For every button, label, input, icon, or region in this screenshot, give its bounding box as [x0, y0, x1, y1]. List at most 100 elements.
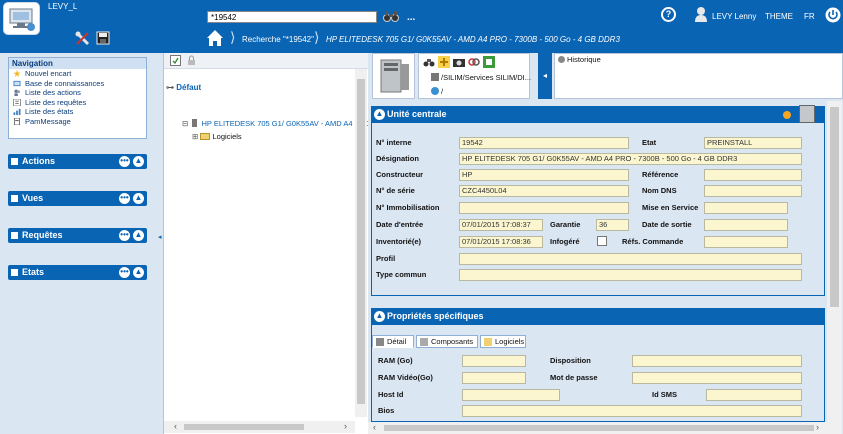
tree-item-logiciels[interactable]: ⊞ Logiciels	[192, 132, 242, 141]
collapse-up-icon[interactable]: ▲	[133, 156, 144, 167]
location-path-root[interactable]: /	[431, 87, 443, 96]
field-constructeur[interactable]: HP	[459, 169, 629, 181]
field-mot-de-passe[interactable]	[632, 372, 802, 384]
tree-collapse-icon[interactable]: ⊟	[182, 119, 188, 128]
help-icon[interactable]: ?	[661, 7, 676, 22]
label-ram-video: RAM Vidéo(Go)	[378, 373, 433, 382]
section-proprietes-header[interactable]: ▲ Propriétés spécifiques	[371, 308, 825, 325]
home-icon[interactable]	[205, 28, 225, 48]
field-inventorie[interactable]: 07/01/2015 17:08:36	[459, 236, 543, 248]
tree-item-computer[interactable]: ⊟ HP ELITEDESK 705 G1/ G0K55AV - AMD A4 …	[182, 119, 375, 128]
field-designation[interactable]: HP ELITEDESK 705 G1/ G0K55AV - AMD A4 PR…	[459, 153, 802, 165]
theme-menu[interactable]: THEME	[765, 12, 793, 21]
field-etat[interactable]: PREINSTALL	[704, 137, 802, 149]
panel-actions[interactable]: Actions ••• ▲	[8, 154, 147, 169]
field-type-commun[interactable]	[459, 269, 802, 281]
field-ram[interactable]	[462, 355, 526, 367]
collapse-up-icon[interactable]: ▲	[133, 267, 144, 278]
field-mise-service[interactable]	[704, 202, 788, 214]
power-icon[interactable]	[825, 7, 841, 23]
panel-etats[interactable]: Etats ••• ▲	[8, 265, 147, 280]
collapse-up-icon[interactable]: ▲	[133, 193, 144, 204]
nav-item-base-connaissances[interactable]: Base de connaissances	[9, 79, 146, 89]
collapse-up-icon[interactable]: ▲	[374, 311, 385, 322]
more-icon[interactable]: •••	[119, 230, 130, 241]
field-garantie[interactable]: 36	[596, 219, 629, 231]
field-host-id[interactable]	[462, 389, 560, 401]
nav-item-liste-actions[interactable]: Liste des actions	[9, 88, 146, 98]
save-icon[interactable]	[96, 31, 110, 45]
tools-icon[interactable]	[74, 30, 91, 47]
star-icon	[13, 70, 21, 77]
user-name[interactable]: LEVY Lenny	[712, 12, 756, 21]
nav-item-liste-requetes[interactable]: Liste des requêtes	[9, 98, 146, 108]
field-refs-commande[interactable]	[704, 236, 788, 248]
field-reference[interactable]	[704, 169, 802, 181]
binoculars-icon[interactable]	[383, 9, 399, 23]
app-logo[interactable]	[3, 2, 40, 35]
tree-refresh-icon[interactable]	[170, 55, 181, 66]
action-toolbar: /SILIM/Services SILIM/DI... /	[418, 53, 531, 99]
field-ram-video[interactable]	[462, 372, 526, 384]
add-icon[interactable]	[438, 56, 450, 68]
history-label[interactable]: Historique	[567, 55, 601, 64]
field-nom-dns[interactable]	[704, 185, 802, 197]
breadcrumb-search[interactable]: Recherche "*19542"	[242, 35, 314, 44]
tab-composants[interactable]: Composants	[416, 335, 478, 348]
search-input[interactable]	[207, 11, 377, 23]
tree-default-node[interactable]: ⊶ Défaut	[166, 83, 201, 92]
more-icon[interactable]: •••	[119, 267, 130, 278]
tab-logiciels[interactable]: Logiciels	[480, 335, 526, 348]
section-unite-centrale-body: N° interne 19542 Etat PREINSTALL Désigna…	[371, 123, 825, 296]
navigation-title: Navigation	[9, 58, 146, 69]
field-id-sms[interactable]	[706, 389, 802, 401]
desktop-tower-icon	[380, 59, 409, 93]
scroll-right-icon[interactable]: ›	[816, 422, 819, 432]
field-bios[interactable]	[462, 405, 802, 417]
label-profil: Profil	[376, 254, 396, 263]
panel-actions-icon	[11, 158, 18, 165]
history-toggle-arrow[interactable]: ◂	[538, 53, 552, 99]
link-icon[interactable]	[468, 56, 480, 68]
tab-detail[interactable]: Détail	[372, 335, 414, 348]
panel-requetes[interactable]: Requêtes ••• ▲	[8, 228, 147, 243]
scroll-right-icon[interactable]: ›	[344, 421, 347, 431]
label-constructeur: Constructeur	[376, 170, 424, 179]
camera-icon[interactable]	[453, 56, 465, 68]
nav-item-nouvel-encart[interactable]: Nouvel encart	[9, 69, 146, 79]
nav-item-pammessage[interactable]: PamMessage	[9, 117, 146, 127]
search-options-button[interactable]: ...	[407, 12, 415, 23]
tree-vertical-scrollbar[interactable]	[355, 69, 367, 417]
collapse-up-icon[interactable]: ▲	[133, 230, 144, 241]
tree-lock-icon[interactable]	[186, 55, 197, 66]
label-type-commun: Type commun	[376, 270, 427, 279]
more-icon[interactable]: •••	[119, 193, 130, 204]
user-icon[interactable]	[694, 6, 708, 22]
label-num-serie: N° de série	[376, 186, 415, 195]
label-bios: Bios	[378, 406, 395, 415]
field-disposition[interactable]	[632, 355, 802, 367]
more-icon[interactable]: •••	[119, 156, 130, 167]
navigation-panel: Navigation Nouvel encart Base de connais…	[8, 57, 147, 139]
field-immobilisation[interactable]	[459, 202, 629, 214]
detail-horizontal-scrollbar[interactable]: ‹ ›	[368, 422, 827, 434]
scroll-left-icon[interactable]: ‹	[174, 421, 177, 431]
checkbox-infogere[interactable]	[597, 236, 607, 246]
language-menu[interactable]: FR	[804, 12, 815, 21]
location-path[interactable]: /SILIM/Services SILIM/DI...	[431, 73, 531, 82]
tree-expand-icon[interactable]: ⊞	[192, 132, 198, 141]
field-date-entree[interactable]: 07/01/2015 17:08:37	[459, 219, 543, 231]
field-date-sortie[interactable]	[704, 219, 788, 231]
search-binoculars-icon[interactable]	[423, 56, 435, 68]
detail-vertical-scrollbar[interactable]	[827, 101, 842, 434]
tree-horizontal-scrollbar[interactable]: ‹ ›	[164, 421, 355, 433]
field-num-interne[interactable]: 19542	[459, 137, 629, 149]
collapse-up-icon[interactable]: ▲	[374, 109, 385, 120]
field-num-serie[interactable]: CZC4450L04	[459, 185, 629, 197]
section-unite-centrale-header[interactable]: ▲ Unité centrale	[371, 105, 825, 123]
nav-item-liste-etats[interactable]: Liste des états	[9, 107, 146, 117]
export-icon[interactable]	[483, 56, 495, 68]
scroll-left-icon[interactable]: ‹	[373, 422, 376, 432]
field-profil[interactable]	[459, 253, 802, 265]
panel-vues[interactable]: Vues ••• ▲	[8, 191, 147, 206]
